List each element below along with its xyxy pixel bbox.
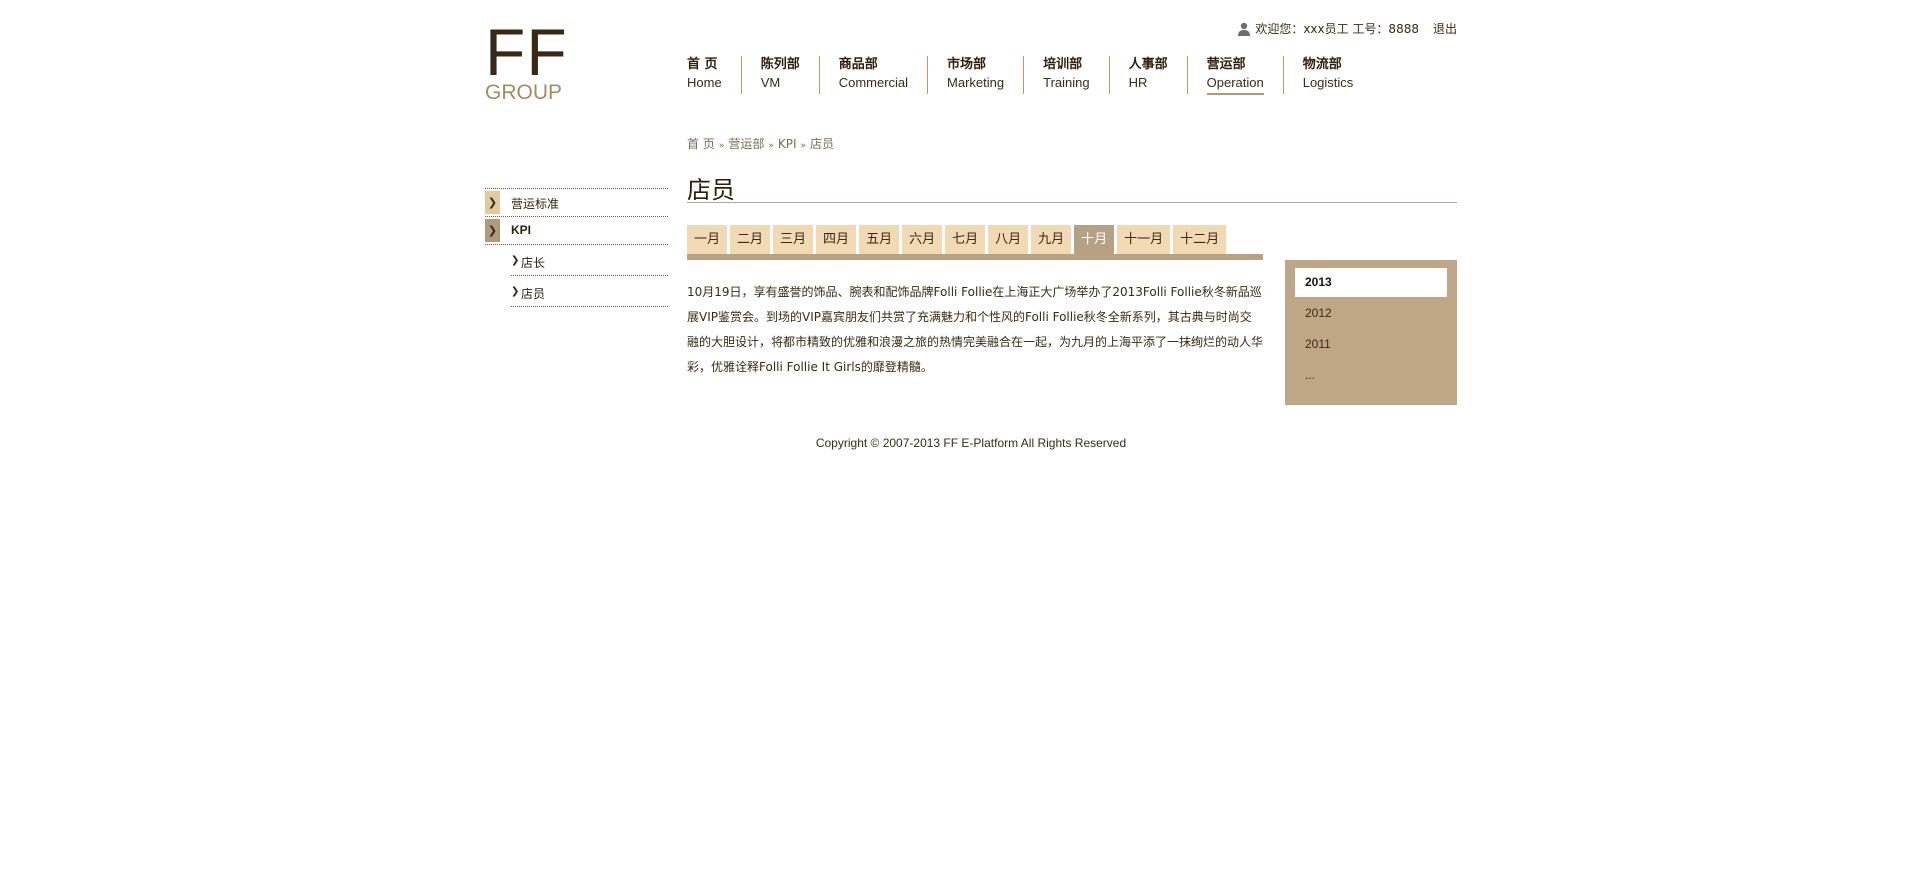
nav-item-zh-label: 培训部 — [1043, 57, 1083, 72]
sidebar-subitem-label: 店员 — [521, 287, 546, 301]
tab-month-8[interactable]: 八月 — [988, 225, 1029, 254]
nav-item-marketing[interactable]: 市场部 Marketing — [927, 56, 1023, 96]
title-divider — [687, 202, 1457, 203]
page: FF GROUP 欢迎您：xxx员工 工号：8888 退出 首 页 Home 陈列部… — [485, 0, 1457, 891]
sidebar-item-label: 营运标准 — [511, 197, 560, 211]
sidebar-subitem-clerk[interactable]: ❯ 店员 — [511, 276, 668, 307]
nav-item-training[interactable]: 培训部 Training — [1023, 56, 1108, 96]
user-greeting: 欢迎您：xxx员工 工号：8888 — [1255, 22, 1419, 36]
breadcrumb-separator: » — [768, 141, 774, 151]
sidebar: ❯ 营运标准 ❯ KPI ❯ 店长 ❯ 店员 — [485, 188, 668, 307]
tab-month-9[interactable]: 九月 — [1031, 225, 1072, 254]
user-bar: 欢迎您：xxx员工 工号：8888 退出 — [1237, 20, 1457, 37]
nav-item-en-label: Logistics — [1302, 75, 1354, 90]
nav-item-en-label: Training — [1043, 75, 1090, 90]
sidebar-subitem-label: 店长 — [521, 256, 546, 270]
nav-item-en-label: Operation — [1206, 74, 1264, 95]
tab-month-10[interactable]: 十月 — [1074, 225, 1115, 254]
tab-month-5[interactable]: 五月 — [859, 225, 900, 254]
nav-item-en-label: Home — [687, 75, 722, 90]
nav-item-en-label: Commercial — [838, 75, 909, 90]
logo-ff-text: FF — [485, 15, 568, 89]
sidebar-item-operation-standard[interactable]: ❯ 营运标准 — [485, 188, 668, 217]
year-item[interactable]: 2011 — [1295, 330, 1447, 359]
main-nav: 首 页 Home 陈列部 VM 商品部 Commercial 市场部 Marketing 培训部… — [687, 56, 1372, 96]
logout-link[interactable]: 退出 — [1433, 20, 1457, 37]
breadcrumb: 首 页» 营运部» KPI» 店员 — [687, 135, 834, 152]
year-item[interactable]: 2013 — [1295, 268, 1447, 297]
nav-item-en-label: VM — [760, 75, 781, 90]
year-panel: 2013 2012 2011... — [1285, 260, 1457, 405]
copyright: Copyright © 2007-2013 FF E-Platform All … — [815, 436, 1127, 450]
sidebar-marker-icon: ❯ — [485, 219, 500, 242]
tab-month-2[interactable]: 二月 — [730, 225, 771, 254]
nav-item-zh-label: 首 页 — [687, 57, 718, 72]
breadcrumb-separator: » — [718, 141, 725, 151]
nav-item-home[interactable]: 首 页 Home — [687, 56, 741, 96]
nav-item-zh-label: 物流部 — [1302, 57, 1342, 72]
nav-item-operation[interactable]: 营运部 Operation — [1186, 56, 1283, 96]
year-item[interactable]: ... — [1295, 361, 1447, 390]
tab-month-4[interactable]: 四月 — [816, 225, 857, 254]
nav-item-zh-label: 人事部 — [1128, 57, 1168, 72]
tab-month-6[interactable]: 六月 — [902, 225, 943, 254]
nav-item-zh-label: 市场部 — [947, 57, 987, 72]
nav-item-vm[interactable]: 陈列部 VM — [740, 56, 819, 96]
logo-group-text: GROUP — [485, 81, 563, 104]
sidebar-subitem-store-manager[interactable]: ❯ 店长 — [511, 245, 668, 276]
ff-group-logo[interactable]: FF GROUP — [485, 15, 568, 104]
tab-month-12[interactable]: 十二月 — [1173, 225, 1227, 254]
breadcrumb-item[interactable]: 首 页 — [687, 137, 715, 151]
chevron-right-icon: ❯ — [511, 255, 520, 266]
nav-item-zh-label: 陈列部 — [760, 57, 800, 72]
sidebar-item-label: KPI — [511, 223, 532, 237]
nav-item-en-label: HR — [1128, 75, 1148, 90]
tab-month-7[interactable]: 七月 — [945, 225, 986, 254]
nav-item-hr[interactable]: 人事部 HR — [1108, 56, 1187, 96]
article-text: 10月19日，享有盛誉的饰品、腕表和配饰品牌Folli Follie在上海正大广… — [687, 285, 1264, 374]
nav-item-logistics[interactable]: 物流部 Logistics — [1282, 56, 1373, 96]
breadcrumb-separator: » — [800, 141, 807, 151]
chevron-right-icon: ❯ — [511, 286, 520, 297]
nav-item-commercial[interactable]: 商品部 Commercial — [818, 56, 927, 96]
nav-item-zh-label: 商品部 — [838, 57, 878, 72]
user-icon — [1237, 22, 1251, 36]
breadcrumb-item: 店员 — [810, 137, 835, 151]
tab-month-1[interactable]: 一月 — [687, 225, 728, 254]
breadcrumb-item[interactable]: 营运部 — [728, 137, 764, 151]
sidebar-item-kpi[interactable]: ❯ KPI — [485, 217, 668, 245]
tab-month-3[interactable]: 三月 — [773, 225, 814, 254]
tab-underline-bar — [687, 254, 1263, 260]
tab-month-11[interactable]: 十一月 — [1117, 225, 1171, 254]
page-title: 店员 — [687, 176, 735, 204]
nav-item-zh-label: 营运部 — [1206, 57, 1246, 72]
breadcrumb-item[interactable]: KPI — [778, 137, 797, 151]
year-item[interactable]: 2012 — [1295, 299, 1447, 328]
sidebar-marker-icon: ❯ — [485, 191, 500, 214]
nav-item-en-label: Marketing — [947, 75, 1005, 90]
month-tabs: 一月 二月 三月 四月 五月 六月 七月 八月 九月 十月 十一月 十二月 — [687, 225, 1227, 254]
